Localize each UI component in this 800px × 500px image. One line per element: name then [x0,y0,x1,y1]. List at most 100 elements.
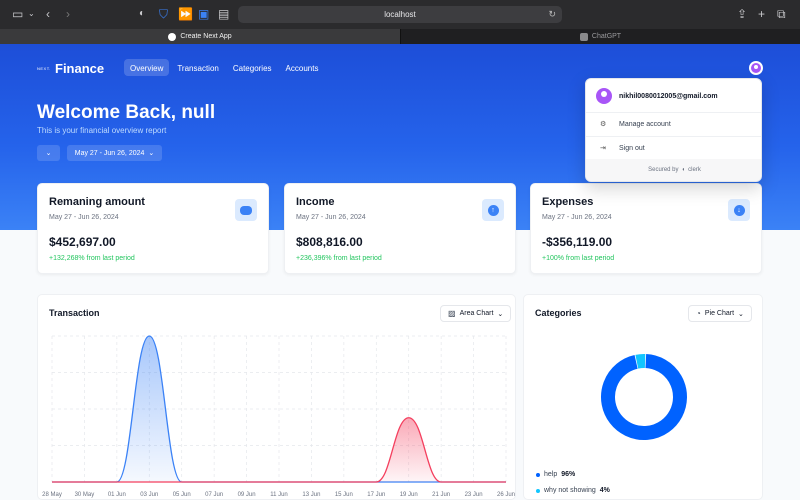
card-range: May 27 - Jun 26, 2024 [542,214,612,221]
card-title: Remaning amount [49,196,145,208]
x-tick-label: 28 May [42,492,62,498]
new-tab-icon[interactable]: + [758,7,765,21]
x-tick-label: 30 May [75,492,95,498]
sign-out-icon: ⇥ [600,145,606,152]
legend-dot [536,488,540,493]
date-filter[interactable]: May 27 - Jun 26, 2024 ⌄ [67,145,162,161]
legend-value: 96% [561,471,576,478]
nav-categories[interactable]: Categories [227,59,278,76]
forward-icon[interactable]: › [66,7,70,21]
pie-slice-why-not-showing[interactable] [635,354,646,369]
x-tick-label: 05 Jun [173,492,191,498]
tab-label: ChatGPT [591,33,622,40]
nav-transaction[interactable]: Transaction [171,59,225,76]
legend-label: help [544,471,558,478]
manage-account-button[interactable]: ⚙ Manage account [586,113,761,135]
reload-icon[interactable]: ↻ [548,9,556,20]
user-avatar[interactable] [749,61,763,75]
card-expenses: Expenses May 27 - Jun 26, 2024 -$356,119… [530,183,762,274]
x-tick-label: 23 Jun [465,492,483,498]
tab-view-icon[interactable]: ▤ [218,7,229,21]
card-range: May 27 - Jun 26, 2024 [296,214,366,221]
chevron-down-icon[interactable]: ⌄ [28,7,35,21]
legend-item: help 96% [536,471,575,478]
manage-account-label: Manage account [619,120,671,128]
chart-type-select[interactable]: ◔ Pie Chart ⌄ [688,305,752,322]
x-tick-label: 17 Jun [367,492,385,498]
logo-icon[interactable]: NEXT. [37,66,51,71]
card-change: +100% from last period [542,255,615,262]
legend-dot [536,472,540,477]
x-tick-label: 26 Jun [497,492,515,498]
chart-type-label: Pie Chart [704,310,735,317]
pie-slice-help[interactable] [601,354,687,440]
page-subtitle: This is your financial overview report [37,126,167,135]
back-icon[interactable]: ‹ [46,7,50,21]
legend-item: why not showing 4% [536,487,610,494]
secured-by-footer: Secured by ◖ clerk [586,159,761,181]
nextjs-favicon-icon [168,32,177,41]
gear-icon: ⚙ [600,121,607,128]
sign-out-button[interactable]: ⇥ Sign out [586,137,761,159]
pie-chart-icon: ◔ [696,309,701,318]
x-tick-label: 21 Jun [432,492,450,498]
nav-accounts[interactable]: Accounts [280,59,325,76]
date-filter-label: May 27 - Jun 26, 2024 [74,149,145,157]
nav-overview[interactable]: Overview [124,59,170,76]
x-tick-label: 07 Jun [205,492,223,498]
x-tick-label: 09 Jun [238,492,256,498]
fast-forward-icon[interactable]: ⏩ [178,7,193,21]
chevron-down-icon: ⌄ [45,150,52,157]
extension-icon[interactable]: ▣ [198,7,209,21]
user-email: nikhil0080012005@gmail.com [619,92,718,100]
main-nav: Overview Transaction Categories Accounts [124,59,324,76]
tab-chatgpt[interactable]: ChatGPT [400,29,800,44]
shield-icon[interactable]: ◐ [139,7,145,21]
clerk-brand: clerk [688,167,701,173]
shield-check-icon[interactable]: ⛉ [159,7,168,21]
secured-by-text: Secured by [648,167,679,173]
legend-label: why not showing [544,487,596,494]
legend-value: 4% [599,487,610,494]
categories-donut-chart [601,354,687,440]
card-amount: -$356,119.00 [542,235,613,249]
transaction-area-chart: 28 May 30 May 01 Jun 03 Jun 05 Jun 07 Jun 09 J… [42,335,515,498]
card-income: Income May 27 - Jun 26, 2024 $808,816.00… [284,183,516,274]
chevron-down-icon: ⌄ [148,150,155,157]
tab-create-next-app[interactable]: Create Next App [0,29,400,44]
tab-label: Create Next App [180,33,232,40]
card-range: May 27 - Jun 26, 2024 [49,214,119,221]
x-tick-label: 13 Jun [302,492,320,498]
address-bar[interactable]: localhost ↻ [238,6,562,23]
transaction-panel: Transaction ▨ Area Chart ⌄ 28 May 30 May 0… [37,294,516,500]
brand-name[interactable]: Finance [55,61,104,76]
chevron-down-icon: ⌄ [738,310,744,318]
x-tick-label: 03 Jun [140,492,158,498]
x-tick-label: 19 Jun [400,492,418,498]
card-amount: $808,816.00 [296,235,363,249]
card-title: Income [296,196,335,208]
account-filter[interactable]: ⌄ [37,145,60,161]
sidebar-toggle-icon[interactable]: ▭ [12,7,23,21]
arrow-up-circle-icon: ↑ [482,199,504,221]
x-tick-label: 11 Jun [270,492,288,498]
user-icon [751,63,761,73]
user-info: nikhil0080012005@gmail.com [596,88,718,104]
piggy-bank-icon [235,199,257,221]
clerk-logo-icon: ◖ [681,167,686,173]
url-text: localhost [384,10,416,19]
x-tick-label: 01 Jun [108,492,126,498]
tab-strip: Create Next App ChatGPT [0,29,800,44]
card-title: Expenses [542,196,594,208]
card-change: +132,268% from last period [49,255,135,262]
tab-overview-icon[interactable]: ⧉ [777,7,786,21]
card-remaining: Remaning amount May 27 - Jun 26, 2024 $4… [37,183,269,274]
user-menu-dropdown: nikhil0080012005@gmail.com ⚙ Manage acco… [585,78,762,182]
categories-panel: Categories ◔ Pie Chart ⌄ help 96% why no… [523,294,763,500]
chatgpt-favicon-icon [579,32,588,41]
browser-chrome: ▭ ⌄ ‹ › ◐ ⛉ ⏩ ▣ ▤ localhost ↻ ⇪ + ⧉ Crea… [0,0,800,44]
x-tick-label: 15 Jun [335,492,353,498]
card-change: +236,396% from last period [296,255,382,262]
categories-title: Categories [535,308,582,318]
share-icon[interactable]: ⇪ [737,7,747,21]
